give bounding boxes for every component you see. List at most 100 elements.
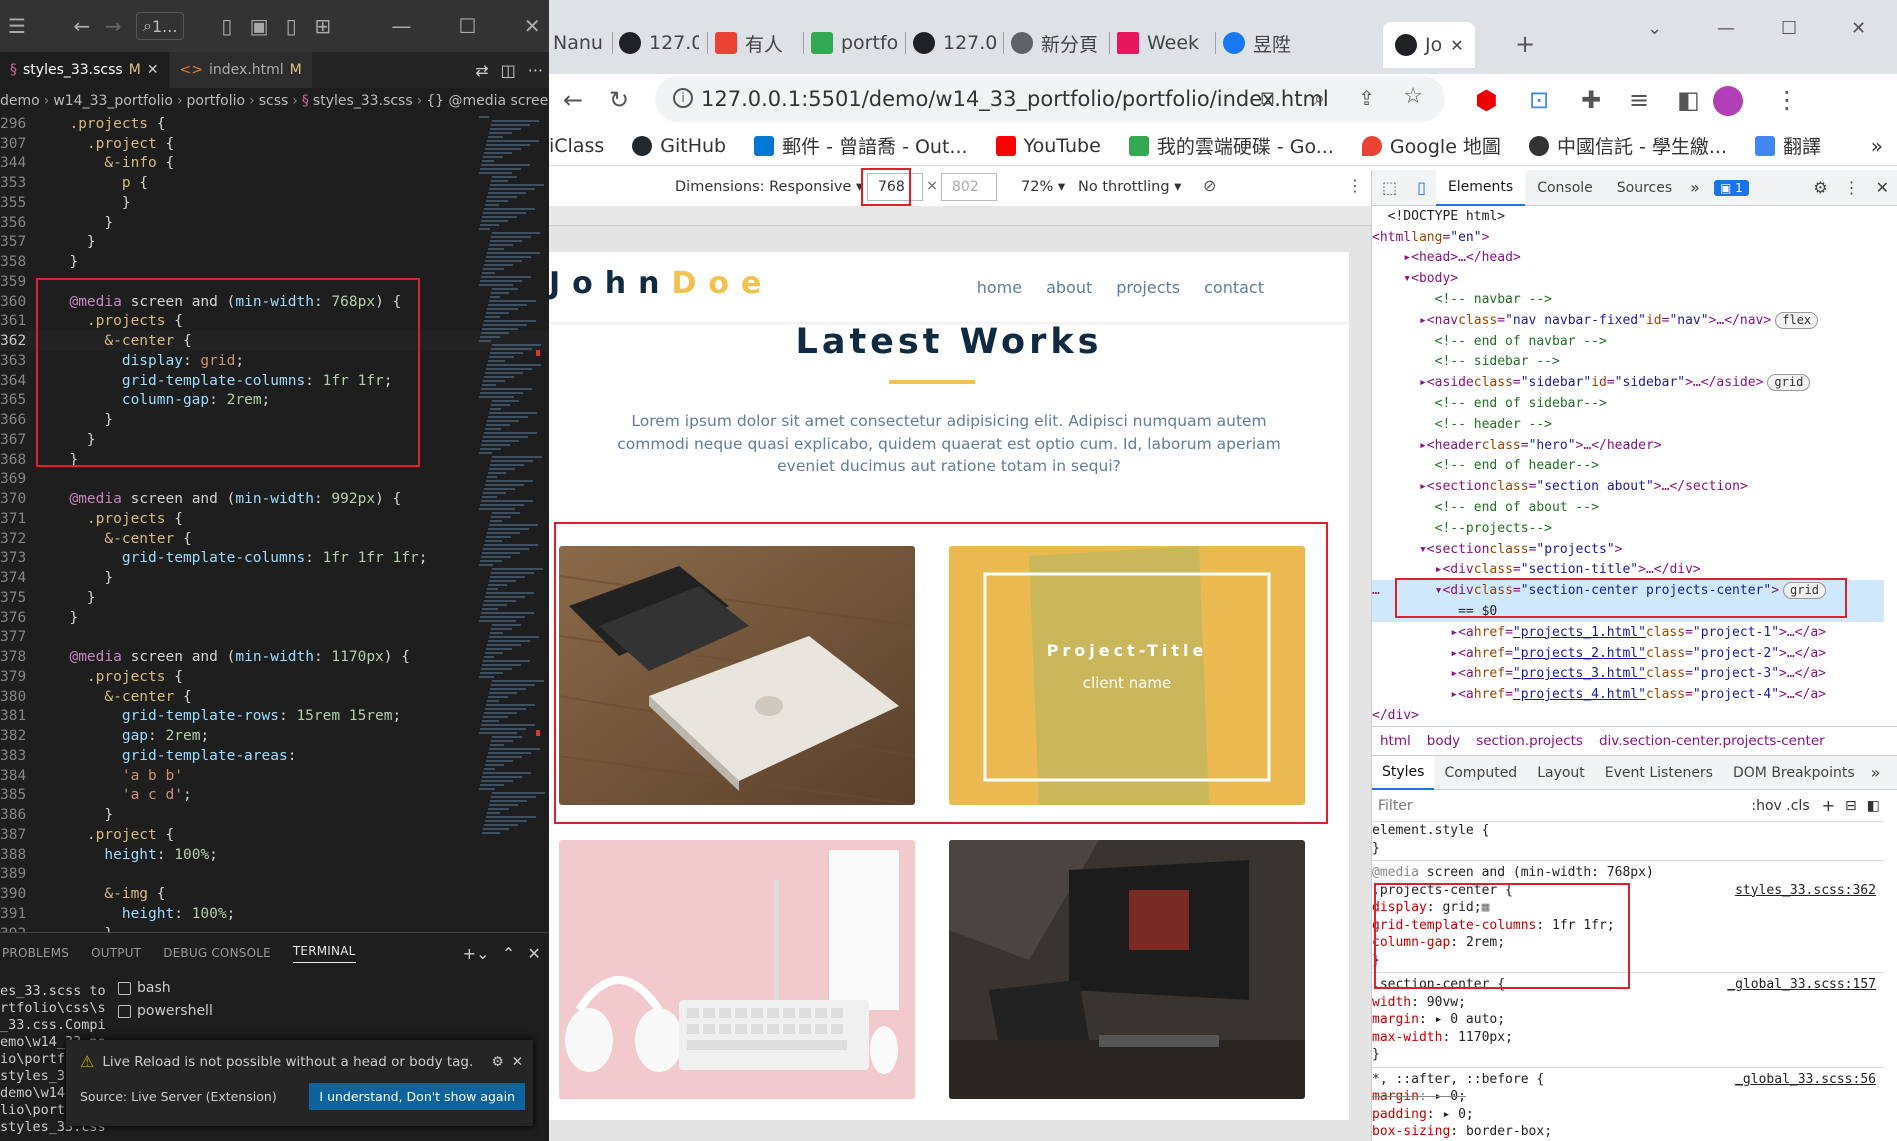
color-format-icon[interactable]: ⊟ [1845,798,1857,814]
customize-layout-icon[interactable]: ⊞ [314,14,332,38]
toggle-panel-icon[interactable]: ▣ [250,14,269,38]
code-line[interactable]: 379 .projects { [0,667,549,687]
close-devtools-icon[interactable]: ✕ [1868,178,1897,197]
code-line[interactable]: 353 p { [0,173,549,193]
code-line[interactable]: 390 &-img { [0,884,549,904]
breadcrumb-item[interactable]: scss [259,93,289,109]
close-window-icon[interactable]: ✕ [1851,18,1866,39]
code-line[interactable]: 389 [0,865,549,885]
tab-output[interactable]: OUTPUT [91,946,141,960]
rule-selector[interactable]: *, ::after, ::before {_global_33.scss:56 [1372,1071,1884,1089]
style-property[interactable]: padding: ▸ 0; [1372,1106,1884,1124]
crumb-item[interactable]: body [1427,733,1460,749]
dom-node[interactable]: <html lang = "en" > [1372,227,1884,248]
code-line[interactable]: 358 } [0,252,549,272]
minimize-icon[interactable]: — [391,14,411,38]
issues-badge[interactable]: ▣ 1 [1713,179,1749,196]
grid-badge[interactable]: grid [1767,374,1811,392]
close-panel-icon[interactable]: ✕ [527,944,541,963]
browser-tab[interactable]: 新分頁 [1011,26,1103,60]
style-property[interactable]: width: 90vw; [1372,994,1884,1012]
flex-badge[interactable]: flex [1775,311,1819,329]
style-property[interactable]: box-sizing: border-box; [1372,1123,1884,1141]
breadcrumb-item[interactable]: {} @media screen and (m [426,93,549,109]
height-input[interactable]: 802 [941,173,997,201]
code-line[interactable]: 380 &-center { [0,687,549,707]
dom-node[interactable]: <!-- end of navbar --> [1372,331,1884,352]
inspect-icon[interactable]: ⬚ [1372,178,1407,197]
translate-icon[interactable]: ⊡ [1260,88,1275,109]
extensions-icon[interactable]: ✚ [1581,86,1601,114]
compare-icon[interactable]: ⇄ [469,52,494,88]
more-bookmarks-icon[interactable]: » [1871,134,1883,158]
command-search[interactable]: ⌕ 1... [136,12,184,40]
code-line[interactable]: 392 } [0,924,549,932]
breadcrumb-item[interactable]: w14_33_portfolio [53,93,173,109]
kebab-menu-icon[interactable]: ⋮ [1775,86,1799,114]
bookmark-item[interactable]: GitHub [632,135,726,157]
browser-tab[interactable]: 昱陞 [1223,26,1303,60]
zoom-select[interactable]: 72% ▾ [1021,179,1065,195]
code-line[interactable]: 391 height: 100%; [0,904,549,924]
code-editor[interactable]: 296 .projects {307 .project {344 &-info … [0,114,549,932]
toggle-sidebar-icon[interactable]: ▯ [218,14,236,38]
tab-terminal[interactable]: TERMINAL [292,944,356,963]
dom-node[interactable]: ▾ <body> [1372,268,1884,289]
hov-cls-toggle[interactable]: :hov .cls [1751,798,1809,814]
minimap[interactable] [479,114,545,864]
browser-tab-active[interactable]: Jo ✕ [1383,22,1475,68]
code-line[interactable]: 307 .project { [0,134,549,154]
dom-node[interactable]: ▸ <header class = "hero" >… </header> [1372,435,1884,456]
terminal-item-bash[interactable]: bash [118,977,213,1000]
dom-node[interactable]: ▸ <a href = "projects_4.html" class = "projec… [1372,684,1884,705]
dom-node[interactable]: <!--projects--> [1372,518,1884,539]
source-link[interactable]: styles_33.scss:362 [1735,883,1876,898]
code-line[interactable]: 370 @media screen and (min-width: 992px)… [0,489,549,509]
code-line[interactable]: 372 &-center { [0,529,549,549]
terminal-item-powershell[interactable]: powershell [118,1000,213,1023]
dom-node[interactable]: <!DOCTYPE html> [1372,206,1884,227]
dom-node[interactable]: <!-- end of sidebar--> [1372,393,1884,414]
rule-selector[interactable]: element.style { [1372,822,1884,840]
dom-tree[interactable]: <!DOCTYPE html> <html lang = "en" > ▸ <head>… [1372,206,1884,726]
browser-tab[interactable]: 有人 [715,26,795,60]
close-icon[interactable]: ✕ [512,1054,523,1070]
dom-node[interactable]: ▾ <section class = "projects" > [1372,539,1884,560]
translate-extension-icon[interactable]: ⊡ [1529,86,1549,114]
dom-node[interactable]: <!-- sidebar --> [1372,352,1884,373]
bookmark-item[interactable]: 我的雲端硬碟 - Go... [1128,132,1334,159]
dom-node[interactable]: <!-- end of header--> [1372,456,1884,477]
nav-link-contact[interactable]: contact [1204,278,1264,297]
bookmark-item[interactable]: 中國信託 - 學生繳... [1528,132,1727,159]
dimensions-select[interactable]: Dimensions: Responsive ▾ [675,179,863,195]
rotate-icon[interactable]: ⊘ [1203,176,1216,195]
bookmark-item[interactable]: Google 地圖 [1361,132,1501,159]
browser-tab[interactable]: Nanu [553,26,603,60]
tab-layout[interactable]: Layout [1527,756,1595,790]
dom-node[interactable]: ▸ <nav class = "nav navbar-fixed" id = "nav" >… [1372,310,1884,331]
site-logo[interactable]: JohnDoe [549,266,773,301]
filter-input[interactable]: Filter [1378,798,1751,814]
more-tabs-icon[interactable]: » [1684,178,1706,197]
nav-link-projects[interactable]: projects [1116,278,1180,297]
bookmark-item[interactable]: 翻譯 [1755,132,1821,159]
code-line[interactable]: 388 height: 100%; [0,845,549,865]
code-line[interactable]: 374 } [0,568,549,588]
close-tab-icon[interactable]: ✕ [147,62,159,78]
address-bar[interactable]: i 127.0.0.1:5501/demo/w14_33_portfolio/p… [655,76,1445,122]
more-actions-icon[interactable]: ··· [522,52,549,88]
code-line[interactable]: 356 } [0,213,549,233]
split-editor-icon[interactable]: ◫ [495,52,522,88]
source-link[interactable]: _global_33.scss:56 [1735,1072,1876,1087]
code-line[interactable]: 381 grid-template-rows: 15rem 15rem; [0,707,549,727]
crumb-item[interactable]: div.section-center.projects-center [1599,733,1825,749]
code-line[interactable]: 376 } [0,608,549,628]
devtools-menu-icon[interactable]: ⋮ [1836,178,1868,197]
code-line[interactable]: 296 .projects { [0,114,549,134]
bookmark-item[interactable]: YouTube [995,135,1101,157]
menu-icon[interactable]: ☰ [8,14,26,38]
site-info-icon[interactable]: i [673,88,693,108]
code-line[interactable]: 382 gap: 2rem; [0,726,549,746]
dom-node[interactable]: ▸ <a href = "projects_2.html" class = "projec… [1372,643,1884,664]
close-window-icon[interactable]: ✕ [524,14,542,38]
